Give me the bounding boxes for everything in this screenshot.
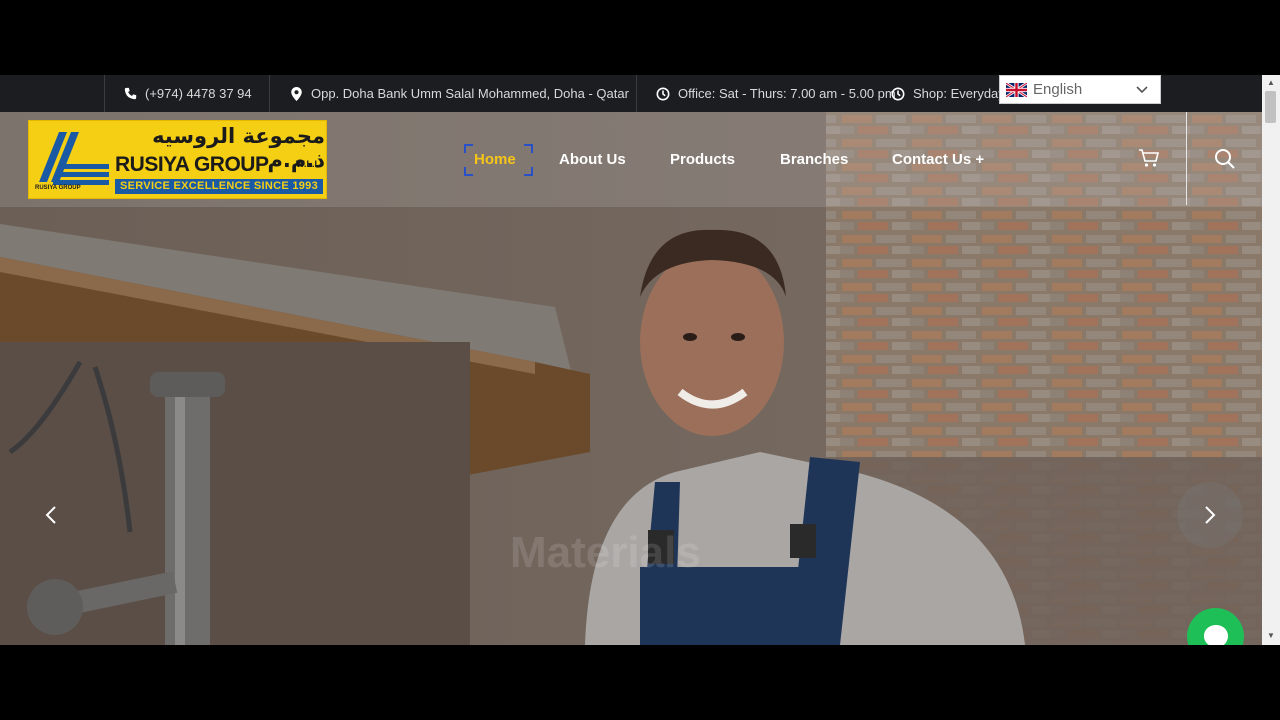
phone-icon xyxy=(123,87,137,101)
office-hours-text: Office: Sat - Thurs: 7.00 am - 5.00 pm xyxy=(678,86,896,101)
chat-icon xyxy=(1203,624,1228,645)
slide-caption: Materials xyxy=(510,528,701,577)
nav-branches[interactable]: Branches xyxy=(780,144,848,174)
chevron-left-icon xyxy=(45,506,56,524)
scroll-up-icon[interactable]: ▲ xyxy=(1267,78,1275,87)
language-label: English xyxy=(1033,81,1083,98)
header-divider xyxy=(1186,112,1187,205)
address-info[interactable]: Opp. Doha Bank Umm Salal Mohammed, Doha … xyxy=(289,75,629,112)
address-text: Opp. Doha Bank Umm Salal Mohammed, Doha … xyxy=(311,86,629,101)
divider xyxy=(636,75,637,112)
nav-contact-us[interactable]: Contact Us + xyxy=(892,144,984,174)
active-bracket xyxy=(464,167,473,176)
search-icon[interactable] xyxy=(1214,148,1236,170)
logo-suffix: W.L.L xyxy=(296,159,320,169)
slider-next-button[interactable] xyxy=(1177,482,1243,548)
hero-slider: RUSIYA GROUP مجموعة الروسيه ذ.م.م RUSIYA… xyxy=(0,112,1262,645)
logo-company-name: RUSIYA GROUP xyxy=(115,153,269,176)
shop-hours: Shop: Everyday xyxy=(891,75,1005,112)
divider xyxy=(104,75,105,112)
scroll-down-icon[interactable]: ▼ xyxy=(1267,631,1275,640)
active-bracket xyxy=(524,167,533,176)
active-bracket xyxy=(524,144,533,153)
scrollbar-thumb[interactable] xyxy=(1265,91,1276,123)
chevron-down-icon xyxy=(1136,85,1148,93)
nav-about-us[interactable]: About Us xyxy=(559,144,626,174)
slider-prev-button[interactable] xyxy=(18,482,84,548)
clock-icon xyxy=(656,87,670,101)
logo-tagline: SERVICE EXCELLENCE SINCE 1993 xyxy=(115,179,323,194)
browser-viewport: (+974) 4478 37 94 Opp. Doha Bank Umm Sal… xyxy=(0,75,1262,645)
logo-mark-caption: RUSIYA GROUP xyxy=(35,185,81,191)
phone-contact[interactable]: (+974) 4478 37 94 xyxy=(123,75,252,112)
clock-icon xyxy=(891,87,905,101)
active-bracket xyxy=(464,144,473,153)
language-selector[interactable]: English xyxy=(999,75,1161,104)
rusiya-group-logo[interactable]: RUSIYA GROUP مجموعة الروسيه ذ.م.م RUSIYA… xyxy=(28,120,327,199)
shop-hours-text: Shop: Everyday xyxy=(913,86,1005,101)
uk-flag-icon xyxy=(1006,82,1027,97)
nav-products[interactable]: Products xyxy=(670,144,735,174)
divider xyxy=(269,75,270,112)
nav-home[interactable]: Home xyxy=(474,144,516,174)
cart-icon[interactable] xyxy=(1138,148,1160,168)
top-info-bar: (+974) 4478 37 94 Opp. Doha Bank Umm Sal… xyxy=(0,75,1262,112)
chevron-right-icon xyxy=(1205,506,1216,524)
office-hours: Office: Sat - Thurs: 7.00 am - 5.00 pm xyxy=(656,75,896,112)
phone-number: (+974) 4478 37 94 xyxy=(145,86,252,101)
map-pin-icon xyxy=(289,86,303,101)
page-scrollbar[interactable]: ▲ ▼ xyxy=(1262,75,1280,645)
